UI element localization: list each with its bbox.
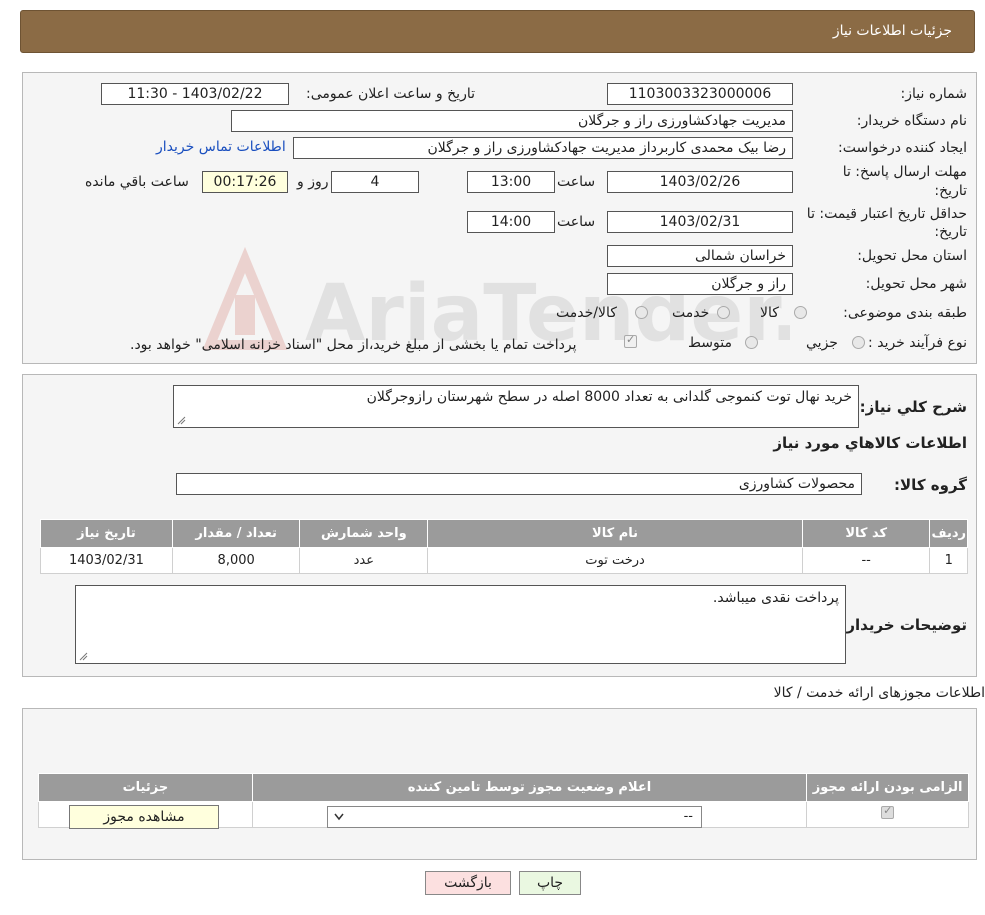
deadline-label: مهلت ارسال پاسخ: تا <box>842 164 967 180</box>
deadline-date-field: 1403/02/26 <box>607 171 793 193</box>
announce-label: تاریخ و ساعت اعلان عمومی: <box>306 86 475 102</box>
category-option-service: خدمت <box>672 305 710 321</box>
goods-table-header: ردیف کد کالا نام کالا واحد شمارش تعداد /… <box>40 519 968 548</box>
category-option-goods: کالا <box>760 305 779 321</box>
page-title: جزئیات اطلاعات نیاز <box>832 23 952 39</box>
remaining-label: ساعت باقي مانده <box>85 174 189 190</box>
view-permit-button[interactable]: مشاهده مجوز <box>69 805 219 829</box>
remaining-days-field: 4 <box>331 171 419 193</box>
description-text: خرید نهال توت کنموجی گلدانی به تعداد 800… <box>366 389 852 405</box>
permit-status-value: -- <box>683 809 693 824</box>
process-label: نوع فرآیند خرید : <box>868 335 967 351</box>
page-header: جزئیات اطلاعات نیاز <box>20 10 975 53</box>
process-option-medium: متوسط <box>688 335 732 351</box>
city-label: شهر محل تحویل: <box>865 276 967 292</box>
cell-row: 1 <box>929 547 968 574</box>
treasury-checkbox[interactable] <box>624 333 637 352</box>
category-radio-goods[interactable] <box>794 305 807 320</box>
col-date: تاریخ نیاز <box>40 519 173 548</box>
required-cell <box>806 801 969 828</box>
buyer-notes-text: پرداخت نقدی میباشد. <box>712 590 839 606</box>
creator-field: رضا بیک محمدی کاربرداز مدیریت جهادکشاورز… <box>293 137 793 159</box>
goods-table: ردیف کد کالا نام کالا واحد شمارش تعداد /… <box>40 519 968 574</box>
table-row: 1 -- درخت توت عدد 8,000 1403/02/31 <box>40 547 968 574</box>
buyer-contact-link[interactable]: اطلاعات تماس خریدار <box>156 139 286 155</box>
permit-status-select[interactable]: -- <box>327 806 702 828</box>
validity-label: حداقل تاریخ اعتبار قیمت: تا <box>806 206 967 222</box>
buyer-org-label: نام دستگاه خریدار: <box>856 113 967 129</box>
cell-unit: عدد <box>299 547 429 574</box>
col-code: کد کالا <box>801 519 931 548</box>
need-number-field: 1103003323000006 <box>607 83 793 105</box>
deadline-time-field: 13:00 <box>467 171 555 193</box>
col-unit: واحد شمارش <box>299 519 429 548</box>
resize-handle-icon[interactable] <box>78 651 88 661</box>
col-details: جزئیات <box>38 773 253 802</box>
col-row: ردیف <box>929 519 968 548</box>
description-label: شرح کلي نیاز: <box>859 398 967 416</box>
goods-section-title: اطلاعات کالاهاي مورد نیاز <box>773 434 967 452</box>
cell-qty: 8,000 <box>171 547 301 574</box>
process-radio-medium[interactable] <box>745 335 758 350</box>
province-label: استان محل تحویل: <box>857 248 967 264</box>
buyer-notes-textarea[interactable]: پرداخت نقدی میباشد. <box>75 585 846 664</box>
validity-date-field: 1403/02/31 <box>607 211 793 233</box>
process-option-minor: جزيي <box>806 335 838 351</box>
col-qty: تعداد / مقدار <box>171 519 301 548</box>
category-radio-service[interactable] <box>717 305 730 320</box>
process-note: پرداخت تمام یا بخشی از مبلغ خرید،از محل … <box>130 337 577 353</box>
print-button[interactable]: چاپ <box>519 871 581 895</box>
permits-table-header: الزامی بودن ارائه مجوز اعلام وضعیت مجوز … <box>38 773 969 802</box>
validity-time-label: ساعت <box>557 214 596 230</box>
cell-code: -- <box>801 547 931 574</box>
col-name: نام کالا <box>427 519 803 548</box>
category-option-both: کالا/خدمت <box>556 305 617 321</box>
back-button[interactable]: بازگشت <box>425 871 511 895</box>
process-radio-minor[interactable] <box>852 335 865 350</box>
validity-time-field: 14:00 <box>467 211 555 233</box>
buyer-notes-label: توضیحات خریدار: <box>840 616 967 634</box>
cell-name: درخت توت <box>427 547 803 574</box>
validity-label-date: تاریخ: <box>934 224 967 240</box>
col-status: اعلام وضعیت مجوز توسط تامین کننده <box>251 773 808 802</box>
province-field: خراسان شمالی <box>607 245 793 267</box>
announce-field: 1403/02/22 - 11:30 <box>101 83 289 105</box>
resize-handle-icon[interactable] <box>176 415 186 425</box>
city-field: راز و جرگلان <box>607 273 793 295</box>
permits-section-title: اطلاعات مجوزهای ارائه خدمت / کالا <box>773 685 985 701</box>
remaining-time-field: 00:17:26 <box>202 171 288 193</box>
category-radio-both[interactable] <box>635 305 648 320</box>
cell-date: 1403/02/31 <box>40 547 173 574</box>
deadline-time-label: ساعت <box>557 174 596 190</box>
days-label: روز و <box>297 174 329 190</box>
required-checkbox <box>881 804 895 819</box>
buyer-org-field: مدیریت جهادکشاورزی راز و جرگلان <box>231 110 793 132</box>
creator-label: ایجاد کننده درخواست: <box>838 140 967 156</box>
category-label: طبقه بندی موضوعی: <box>843 305 967 321</box>
col-required: الزامی بودن ارائه مجوز <box>806 773 969 802</box>
deadline-label-date: تاریخ: <box>934 183 967 199</box>
goods-group-field: محصولات کشاورزی <box>176 473 862 495</box>
goods-group-label: گروه کالا: <box>894 476 967 494</box>
chevron-down-icon <box>334 813 344 821</box>
need-number-label: شماره نیاز: <box>900 86 968 102</box>
description-textarea[interactable]: خرید نهال توت کنموجی گلدانی به تعداد 800… <box>173 385 859 428</box>
